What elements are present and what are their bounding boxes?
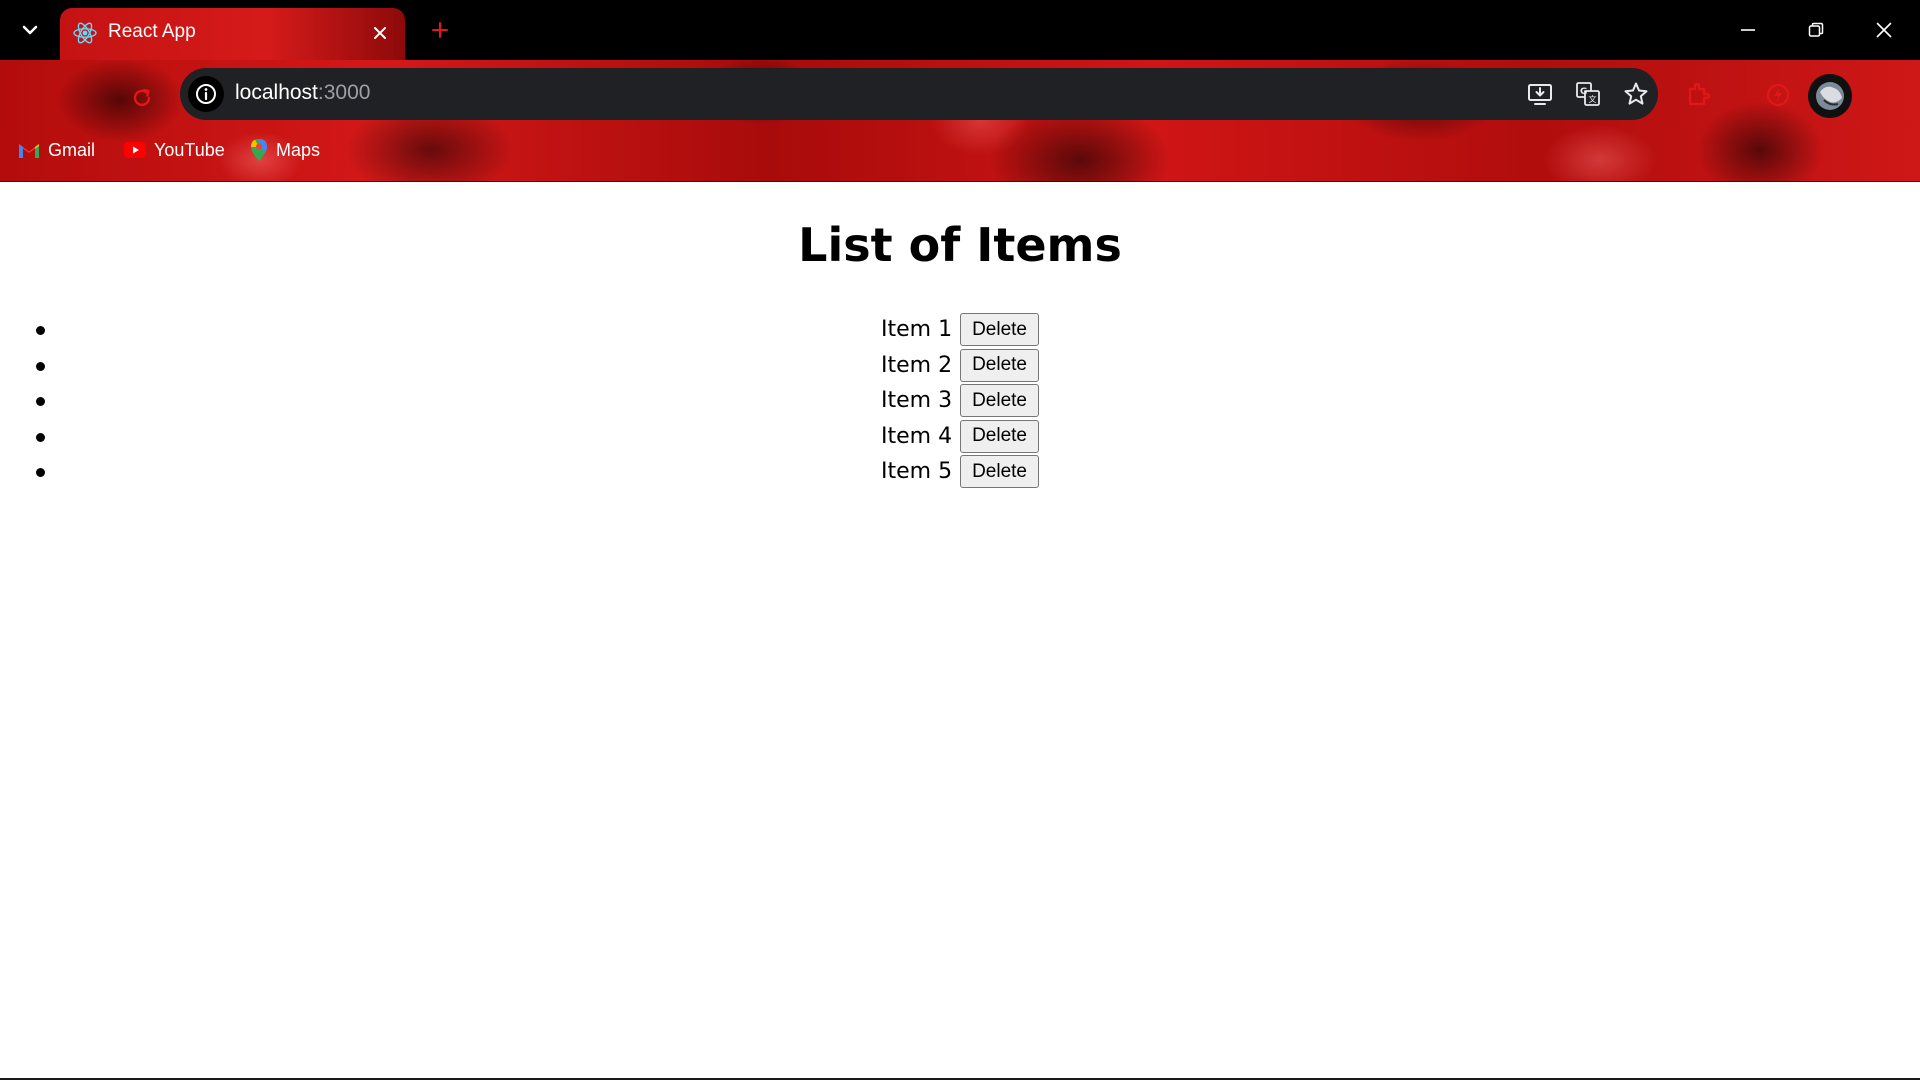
bookmark-youtube[interactable]: YouTube — [124, 136, 225, 164]
translate-button[interactable]: G 文 — [1574, 80, 1602, 108]
bookmark-gmail[interactable]: Gmail — [18, 136, 95, 164]
url-port: :3000 — [317, 81, 371, 104]
svg-text:文: 文 — [1589, 94, 1597, 104]
list-item-content: Item 5 Delete — [0, 454, 1920, 490]
page-title: List of Items — [798, 218, 1122, 272]
address-bar[interactable]: localhost:3000 G 文 — [180, 68, 1658, 120]
url-text[interactable]: localhost:3000 — [235, 81, 370, 105]
performance-icon — [1766, 83, 1790, 107]
list-item-content: Item 3 Delete — [0, 383, 1920, 419]
close-icon — [374, 27, 386, 39]
restore-button[interactable] — [1794, 10, 1838, 50]
gmail-icon — [19, 144, 39, 158]
list-item-content: Item 4 Delete — [0, 419, 1920, 455]
bookmark-label-gmail: Gmail — [48, 139, 96, 160]
tab-search-button[interactable] — [14, 14, 46, 46]
avatar-image-icon — [1808, 74, 1852, 118]
bookmark-maps[interactable]: Maps — [250, 136, 320, 164]
delete-button[interactable]: Delete — [960, 313, 1039, 347]
item-label: Item 4 — [881, 423, 953, 449]
bookmark-label-maps: Maps — [276, 139, 321, 160]
delete-button[interactable]: Delete — [960, 384, 1039, 418]
tab-react-app[interactable]: React App — [60, 8, 405, 60]
info-icon — [196, 84, 216, 104]
youtube-icon — [124, 142, 146, 158]
list-item: Item 3 Delete — [0, 383, 1920, 419]
page-content: List of Items Item 1 Delete Item 2 Delet… — [0, 182, 1920, 1080]
close-icon — [1876, 22, 1892, 38]
item-list: Item 1 Delete Item 2 Delete Item 3 Delet… — [0, 312, 1920, 490]
translate-icon: G 文 — [1576, 82, 1600, 106]
url-host: localhost — [235, 81, 318, 104]
list-item-content: Item 1 Delete — [0, 312, 1920, 348]
browser-chrome: React App localhost:3000 G 文 Gmail YouTu… — [0, 0, 1920, 182]
list-item: Item 2 Delete — [0, 348, 1920, 384]
delete-button[interactable]: Delete — [960, 419, 1039, 453]
item-label: Item 2 — [881, 352, 953, 378]
install-app-button[interactable] — [1526, 80, 1554, 108]
delete-button[interactable]: Delete — [960, 348, 1039, 382]
performance-button[interactable] — [1761, 78, 1795, 112]
maps-icon — [251, 139, 267, 161]
delete-button[interactable]: Delete — [960, 455, 1039, 489]
new-tab-button[interactable] — [424, 14, 456, 46]
minimize-icon — [1741, 29, 1755, 31]
reload-button[interactable] — [124, 80, 160, 116]
extension-icon — [1688, 82, 1711, 106]
extensions-button[interactable] — [1681, 78, 1715, 112]
restore-icon — [1808, 22, 1824, 37]
install-app-icon — [1528, 84, 1552, 105]
chevron-down-icon — [22, 25, 38, 35]
site-info-button[interactable] — [188, 76, 224, 112]
item-label: Item 1 — [881, 317, 953, 343]
reload-icon — [133, 88, 151, 107]
item-label: Item 3 — [881, 388, 953, 414]
bookmark-label-youtube: YouTube — [154, 139, 225, 160]
star-icon — [1624, 82, 1648, 105]
svg-text:G: G — [1580, 87, 1587, 97]
plus-icon — [432, 22, 448, 38]
list-item: Item 5 Delete — [0, 454, 1920, 490]
list-item: Item 1 Delete — [0, 312, 1920, 348]
minimize-button[interactable] — [1726, 10, 1770, 50]
list-item-content: Item 2 Delete — [0, 348, 1920, 384]
profile-avatar[interactable] — [1808, 74, 1852, 118]
list-item: Item 4 Delete — [0, 419, 1920, 455]
react-logo-icon — [73, 22, 97, 44]
tab-title: React App — [108, 21, 196, 42]
bookmark-star-button[interactable] — [1622, 80, 1650, 108]
item-label: Item 5 — [881, 459, 953, 485]
close-window-button[interactable] — [1862, 10, 1906, 50]
tab-close-button[interactable] — [366, 19, 394, 47]
